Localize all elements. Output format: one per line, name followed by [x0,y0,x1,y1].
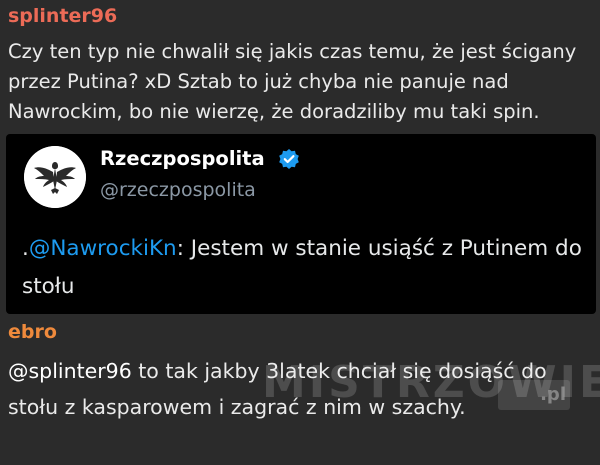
comment-splinter96: splinter96 Czy ten typ nie chwalił się j… [0,0,600,134]
screenshot-page: splinter96 Czy ten typ nie chwalił się j… [0,0,600,465]
watermark-suffix: .pl [540,384,566,405]
eagle-emblem-icon[interactable] [24,146,86,208]
verified-badge-icon [279,149,299,169]
embedded-tweet[interactable]: Rzeczpospolita @rzeczpospolita .@Nawrock… [6,134,596,314]
tweet-text: .@NawrockiKn: Jestem w stanie usiąść z P… [22,230,582,306]
comment-author[interactable]: ebro [8,320,57,344]
comment-author[interactable]: splinter96 [8,4,117,28]
tweet-text-prefix: . [22,236,29,261]
watermark-suffix-badge: .pl [498,380,570,410]
tweet-author-handle[interactable]: @rzeczpospolita [100,178,256,202]
tweet-mention-link[interactable]: @NawrockiKn [29,236,177,261]
tweet-author-name[interactable]: Rzeczpospolita [100,146,265,172]
comment-text: Czy ten typ nie chwalił się jakis czas t… [8,40,577,123]
comment-mention-link[interactable]: @splinter96 [8,359,132,383]
